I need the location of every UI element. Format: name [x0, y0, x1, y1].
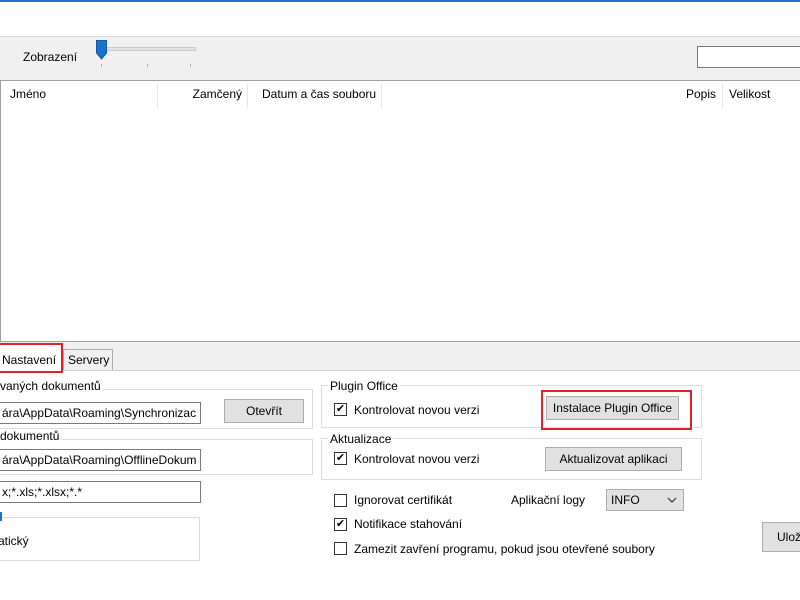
column-header-locked[interactable]: Zamčený: [158, 81, 248, 108]
tab-nastaveni[interactable]: Nastavení: [0, 343, 63, 373]
updates-check-version-label: Kontrolovat novou verzi: [354, 452, 480, 466]
plugin-office-title: Plugin Office: [328, 379, 400, 393]
plugin-check-version-label: Kontrolovat novou verzi: [354, 403, 480, 417]
column-header-description[interactable]: Popis: [621, 81, 722, 108]
slider-tick: [147, 64, 148, 67]
updates-check-version-checkbox[interactable]: ✔: [334, 452, 347, 465]
app-logs-label: Aplikační logy: [511, 493, 586, 507]
tab-servery[interactable]: Servery: [63, 349, 113, 370]
download-notify-label: Notifikace stahování: [354, 517, 463, 531]
column-separator: [247, 84, 248, 108]
search-input[interactable]: [697, 46, 800, 68]
file-list[interactable]: Jméno Zamčený Datum a čas souboru Popis …: [0, 80, 800, 342]
prevent-close-label: Zamezit zavření programu, pokud jsou ote…: [354, 542, 655, 556]
updates-title: Aktualizace: [328, 432, 394, 446]
chevron-down-icon: [667, 497, 677, 503]
update-app-button[interactable]: Aktualizovat aplikaci: [545, 447, 682, 471]
install-plugin-button[interactable]: Instalace Plugin Office: [546, 396, 679, 420]
prevent-close-checkbox[interactable]: [334, 542, 347, 555]
sync-docs-group-label: vaných dokumentů: [0, 379, 103, 393]
column-header-datetime[interactable]: Datum a čas souboru: [256, 81, 382, 108]
download-notify-checkbox[interactable]: ✔: [334, 518, 347, 531]
zoom-slider-thumb[interactable]: [96, 40, 107, 60]
offline-path-field[interactable]: ára\AppData\Roaming\OfflineDokum: [0, 449, 201, 471]
window-top-border: [0, 0, 800, 2]
ignore-cert-checkbox[interactable]: [334, 494, 347, 507]
slider-tick: [190, 64, 191, 67]
column-separator: [381, 84, 382, 108]
column-header-size[interactable]: Velikost: [723, 81, 776, 108]
top-band: [0, 0, 800, 37]
extensions-field[interactable]: x;*.xls;*.xlsx;*.*: [0, 481, 201, 503]
slider-tick: [101, 64, 102, 67]
open-button[interactable]: Otevřít: [224, 399, 304, 423]
ignore-cert-label: Ignorovat certifikát: [354, 493, 453, 507]
mode-value: atický: [0, 534, 29, 548]
plugin-check-version-checkbox[interactable]: ✔: [334, 403, 347, 416]
column-header-name[interactable]: Jméno: [4, 81, 52, 108]
sync-path-field[interactable]: ára\AppData\Roaming\Synchronizac: [0, 402, 201, 424]
zoom-slider-track[interactable]: [98, 47, 196, 51]
log-level-select[interactable]: INFO: [606, 489, 684, 511]
save-button[interactable]: Ulož: [762, 522, 800, 552]
zoom-label: Zobrazení: [23, 50, 78, 64]
log-level-value: INFO: [611, 493, 640, 507]
offline-docs-group-label: dokumentů: [0, 429, 62, 443]
mode-group-marker: [0, 512, 2, 521]
mode-group: [0, 517, 200, 561]
